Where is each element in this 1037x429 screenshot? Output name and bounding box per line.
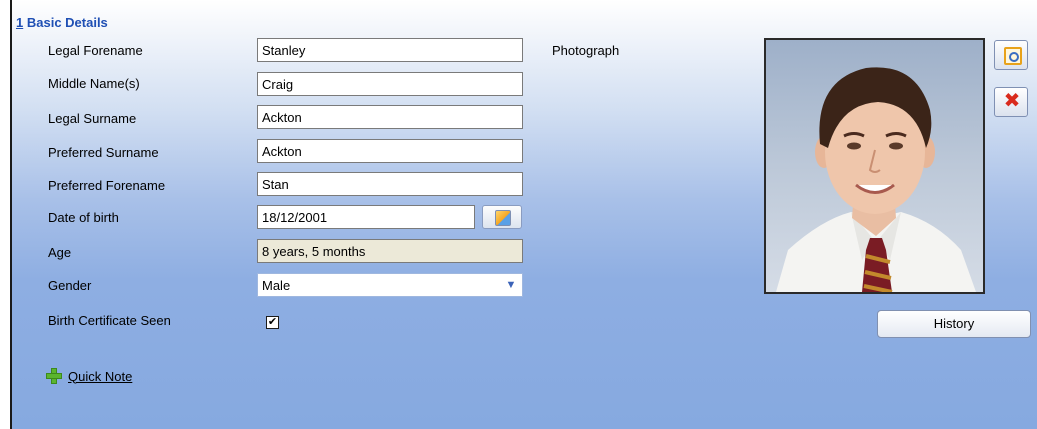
section-number: 1	[16, 15, 24, 30]
photograph-label: Photograph	[552, 43, 620, 58]
quick-note-link[interactable]: Quick Note	[46, 368, 132, 384]
browse-photo-button[interactable]	[994, 40, 1028, 70]
middle-names-input[interactable]	[257, 72, 523, 96]
plus-icon	[46, 368, 62, 384]
gender-selected-value: Male	[262, 278, 291, 293]
preferred-forename-label: Preferred Forename	[48, 178, 166, 193]
gender-select[interactable]: Male ▼	[257, 273, 523, 297]
date-of-birth-label: Date of birth	[48, 210, 119, 225]
date-of-birth-input[interactable]	[257, 205, 475, 229]
section-title[interactable]: 1 Basic Details	[16, 15, 108, 30]
quick-note-label: Quick Note	[68, 368, 133, 384]
calendar-button[interactable]	[482, 205, 522, 229]
preferred-surname-input[interactable]	[257, 139, 523, 163]
birth-certificate-label: Birth Certificate Seen	[48, 313, 171, 328]
gender-label: Gender	[48, 278, 92, 293]
basic-details-panel: 1 Basic Details Legal Forename Middle Na…	[10, 0, 1037, 429]
calendar-icon	[495, 210, 511, 226]
preferred-surname-label: Preferred Surname	[48, 145, 159, 160]
birth-certificate-checkbox[interactable]: ✔	[266, 316, 279, 329]
preferred-forename-input[interactable]	[257, 172, 523, 196]
legal-surname-label: Legal Surname	[48, 111, 137, 126]
middle-names-label: Middle Name(s)	[48, 76, 140, 91]
remove-photo-button[interactable]: ✖	[994, 87, 1028, 117]
history-button[interactable]: History	[877, 310, 1031, 338]
student-photo-image	[766, 40, 983, 292]
legal-forename-input[interactable]	[257, 38, 523, 62]
section-title-text: Basic Details	[26, 15, 108, 30]
student-photo	[764, 38, 985, 294]
age-field	[257, 239, 523, 263]
chevron-down-icon[interactable]: ▼	[502, 276, 520, 294]
delete-x-icon: ✖	[1003, 90, 1021, 112]
browse-photo-icon	[1004, 47, 1022, 65]
legal-forename-label: Legal Forename	[48, 43, 143, 58]
age-label: Age	[48, 245, 72, 260]
legal-surname-input[interactable]	[257, 105, 523, 129]
